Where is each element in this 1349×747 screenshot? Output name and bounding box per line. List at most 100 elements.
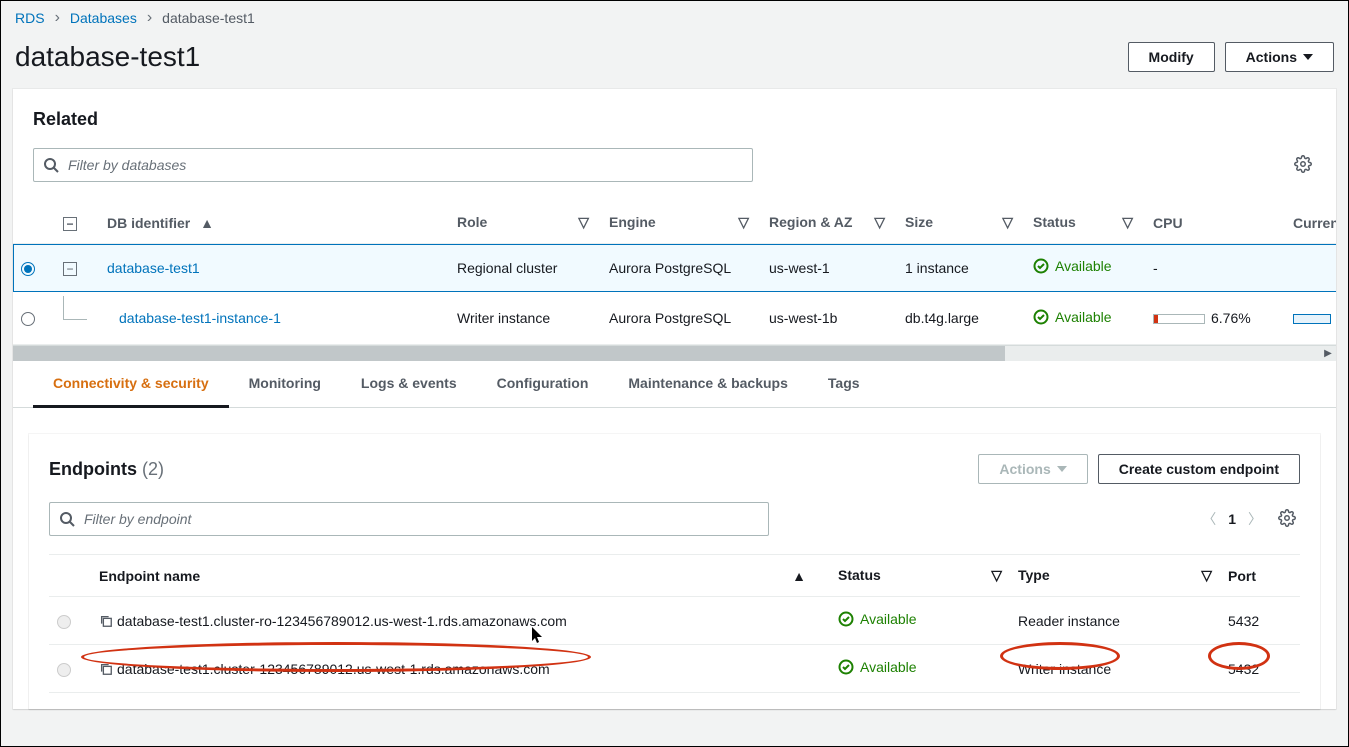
endpoint-radio[interactable]: [57, 615, 71, 629]
settings-button[interactable]: [1290, 151, 1316, 180]
sort-asc-icon: ▲: [792, 568, 806, 584]
gear-icon: [1278, 509, 1296, 527]
check-circle-icon: [838, 659, 854, 675]
page-number: 1: [1228, 511, 1236, 527]
page-title: database-test1: [15, 41, 200, 73]
row-radio[interactable]: [21, 312, 35, 326]
col-endpoint-name[interactable]: Endpoint name: [99, 568, 200, 584]
col-role[interactable]: Role: [457, 214, 487, 230]
expand-toggle[interactable]: −: [63, 262, 77, 276]
chevron-right-icon: ›: [49, 9, 66, 27]
copy-icon[interactable]: [99, 614, 113, 628]
sort-asc-icon: ▲: [200, 215, 214, 231]
cell-size: db.t4g.large: [897, 292, 1025, 345]
filter-icon[interactable]: ▽: [1201, 567, 1212, 584]
scroll-right-icon[interactable]: ▶: [1320, 346, 1336, 361]
related-table-wrap: − DB identifier ▲ Role ▽ Engine ▽ Region &…: [13, 202, 1336, 361]
cell-region: us-west-1b: [761, 292, 897, 345]
col-endpoint-status[interactable]: Status: [838, 567, 881, 583]
filter-icon[interactable]: ▽: [738, 214, 749, 231]
table-row[interactable]: database-test1-instance-1 Writer instanc…: [13, 292, 1336, 345]
col-db-identifier[interactable]: DB identifier: [107, 215, 190, 231]
endpoint-port: 5432: [1220, 597, 1300, 645]
endpoints-settings-button[interactable]: [1274, 505, 1300, 534]
db-identifier-link[interactable]: database-test1-instance-1: [119, 310, 281, 326]
page-prev[interactable]: 〈: [1202, 509, 1216, 529]
table-row[interactable]: − database-test1 Regional cluster Aurora…: [13, 244, 1336, 292]
col-endpoint-port[interactable]: Port: [1228, 568, 1256, 584]
endpoints-panel: Endpoints (2) Actions Create custom endp…: [29, 434, 1320, 709]
check-circle-icon: [1033, 309, 1049, 325]
filter-icon[interactable]: ▽: [1002, 214, 1013, 231]
tab-tags[interactable]: Tags: [808, 361, 880, 407]
cell-role: Regional cluster: [449, 244, 601, 292]
col-cpu[interactable]: CPU: [1153, 215, 1183, 231]
modify-button[interactable]: Modify: [1128, 42, 1215, 72]
page-next[interactable]: 〉: [1248, 509, 1262, 529]
cell-engine: Aurora PostgreSQL: [601, 244, 761, 292]
status-badge: Available: [1033, 258, 1112, 274]
endpoints-count: (2): [142, 459, 164, 479]
breadcrumb-root[interactable]: RDS: [15, 10, 45, 26]
endpoints-search: [49, 502, 769, 536]
endpoint-row[interactable]: database-test1.cluster-ro-123456789012.u…: [49, 597, 1300, 645]
cell-size: 1 instance: [897, 244, 1025, 292]
status-badge: Available: [838, 611, 917, 627]
status-badge: Available: [838, 659, 917, 675]
related-table: − DB identifier ▲ Role ▽ Engine ▽ Region &…: [13, 202, 1336, 345]
gear-icon: [1294, 155, 1312, 173]
endpoints-table: Endpoint name ▲ Status ▽ Type ▽ Port datab…: [49, 554, 1300, 693]
related-panel: Related − DB identifier ▲ Role▽ Engine▽ …: [13, 89, 1336, 709]
tab-maintenance-backups[interactable]: Maintenance & backups: [608, 361, 808, 407]
endpoint-name: database-test1.cluster-123456789012.us-w…: [117, 661, 550, 677]
chevron-right-icon: ›: [141, 9, 158, 27]
create-custom-endpoint-button[interactable]: Create custom endpoint: [1098, 454, 1300, 484]
filter-databases-input[interactable]: [33, 148, 753, 182]
endpoint-row[interactable]: database-test1.cluster-123456789012.us-w…: [49, 645, 1300, 693]
filter-icon[interactable]: ▽: [1122, 214, 1133, 231]
filter-endpoint-input[interactable]: [49, 502, 769, 536]
cell-role: Writer instance: [449, 292, 601, 345]
filter-icon[interactable]: ▽: [578, 214, 589, 231]
breadcrumb: RDS › Databases › database-test1: [1, 1, 1348, 35]
tab-monitoring[interactable]: Monitoring: [229, 361, 341, 407]
actions-button[interactable]: Actions: [1225, 42, 1334, 72]
status-badge: Available: [1033, 309, 1112, 325]
col-size[interactable]: Size: [905, 214, 933, 230]
col-engine[interactable]: Engine: [609, 214, 656, 230]
select-all-checkbox[interactable]: −: [63, 217, 77, 231]
detail-tabs: Connectivity & security Monitoring Logs …: [13, 361, 1336, 408]
endpoints-actions-label: Actions: [999, 461, 1050, 477]
page-header: database-test1 Modify Actions: [1, 35, 1348, 85]
filter-icon[interactable]: ▽: [874, 214, 885, 231]
col-status[interactable]: Status: [1033, 214, 1076, 230]
tab-connectivity[interactable]: Connectivity & security: [33, 361, 229, 408]
filter-icon[interactable]: ▽: [991, 567, 1002, 584]
pagination: 〈 1 〉: [1202, 505, 1300, 534]
breadcrumb-current: database-test1: [162, 10, 255, 26]
endpoints-actions-button[interactable]: Actions: [978, 454, 1087, 484]
col-region-az[interactable]: Region & AZ: [769, 214, 852, 230]
copy-icon[interactable]: [99, 662, 113, 676]
caret-down-icon: [1303, 54, 1313, 60]
endpoint-type: Writer instance: [1018, 661, 1111, 677]
breadcrumb-section[interactable]: Databases: [70, 10, 137, 26]
col-current[interactable]: Current: [1293, 215, 1336, 231]
cell-engine: Aurora PostgreSQL: [601, 292, 761, 345]
check-circle-icon: [1033, 258, 1049, 274]
horizontal-scrollbar[interactable]: ◀ ▶: [13, 345, 1336, 361]
related-search: [33, 148, 753, 182]
endpoint-type: Reader instance: [1010, 597, 1220, 645]
db-identifier-link[interactable]: database-test1: [107, 260, 200, 276]
search-icon: [59, 511, 75, 527]
actions-label: Actions: [1246, 49, 1297, 65]
tab-configuration[interactable]: Configuration: [477, 361, 609, 407]
endpoint-port: 5432: [1228, 661, 1259, 677]
tab-logs-events[interactable]: Logs & events: [341, 361, 477, 407]
row-radio[interactable]: [21, 262, 35, 276]
endpoint-name: database-test1.cluster-ro-123456789012.u…: [117, 613, 567, 629]
col-endpoint-type[interactable]: Type: [1018, 567, 1050, 583]
current-activity-bar: [1293, 314, 1331, 324]
scrollbar-thumb[interactable]: [13, 346, 1005, 361]
endpoint-radio[interactable]: [57, 663, 71, 677]
